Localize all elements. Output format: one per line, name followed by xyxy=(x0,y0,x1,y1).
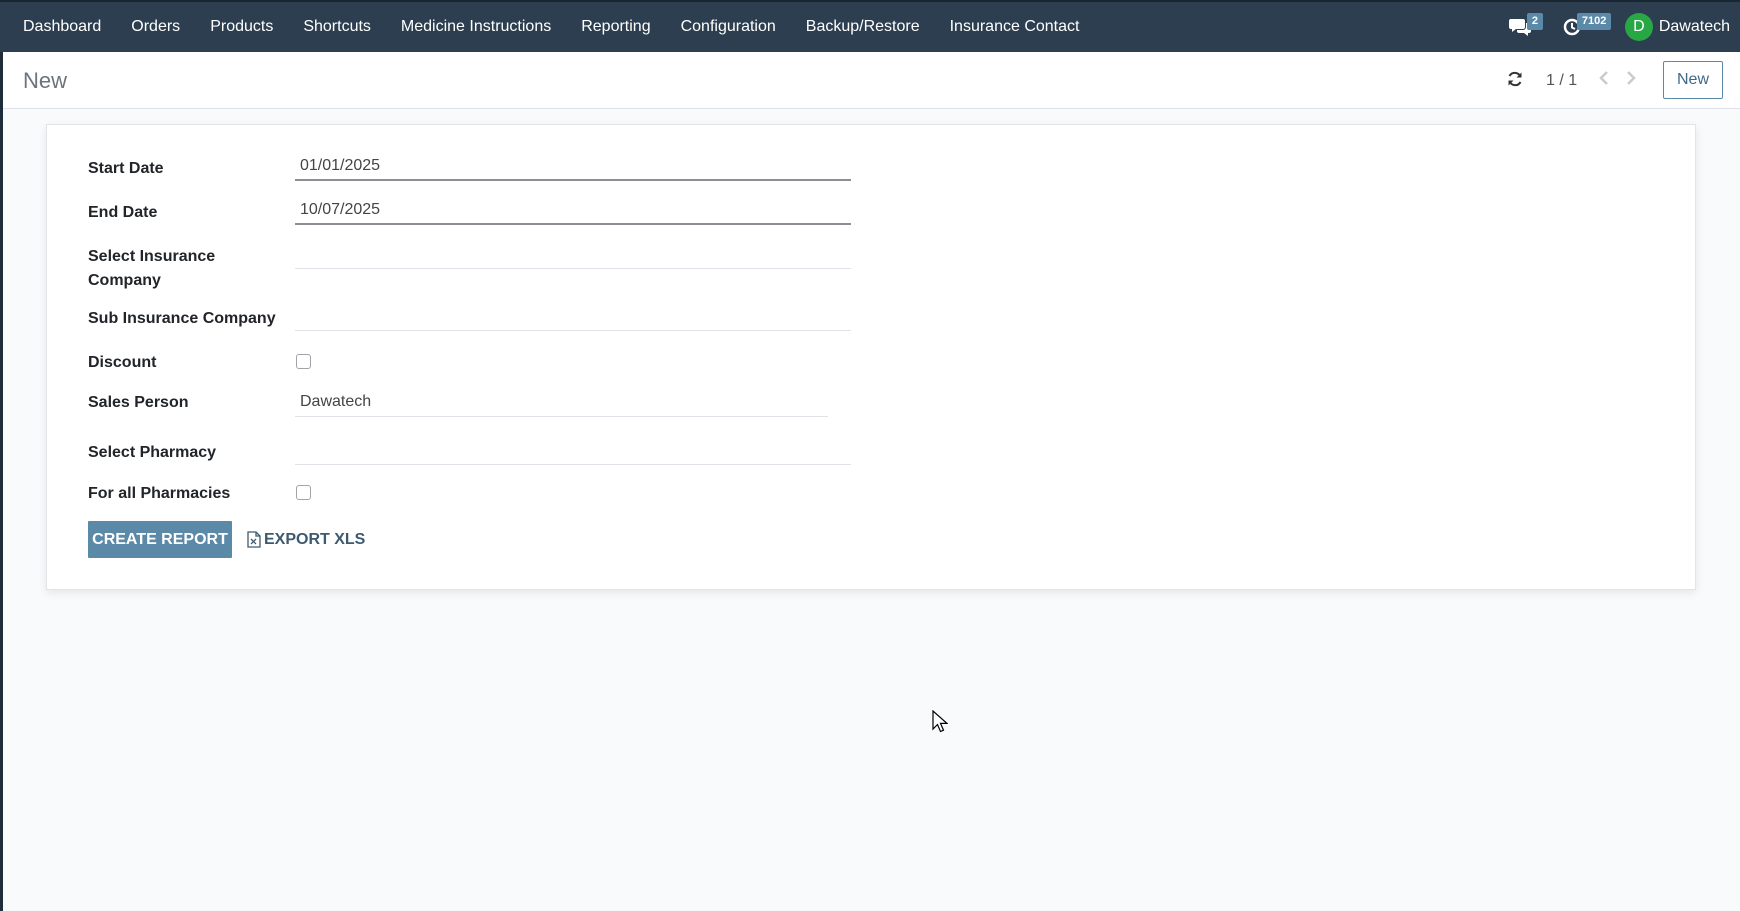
menu-configuration[interactable]: Configuration xyxy=(666,2,791,52)
sub-insurance-company-label: Sub Insurance Company xyxy=(88,310,276,327)
sub-insurance-company-field[interactable] xyxy=(295,301,851,331)
excel-file-icon xyxy=(247,531,261,548)
menu-medicine-instructions[interactable]: Medicine Instructions xyxy=(386,2,566,52)
discount-label: Discount xyxy=(88,354,157,371)
messages-button[interactable]: 2 xyxy=(1497,2,1543,52)
menu-insurance-contact[interactable]: Insurance Contact xyxy=(935,2,1095,52)
menu-shortcuts[interactable]: Shortcuts xyxy=(288,2,386,52)
menu-dashboard[interactable]: Dashboard xyxy=(8,2,116,52)
refresh-icon xyxy=(1508,71,1522,87)
messages-count-badge: 2 xyxy=(1526,13,1543,30)
user-menu[interactable]: D Dawatech xyxy=(1615,13,1730,41)
pager-next[interactable] xyxy=(1625,70,1637,91)
menu-backup-restore[interactable]: Backup/Restore xyxy=(791,2,935,52)
pharmacy-field[interactable] xyxy=(295,435,851,465)
mouse-cursor-icon xyxy=(932,709,949,739)
pharmacy-label: Select Pharmacy xyxy=(88,444,217,461)
all-pharmacies-label: For all Pharmacies xyxy=(88,485,231,502)
end-date-label: End Date xyxy=(88,204,158,221)
avatar: D xyxy=(1624,13,1653,41)
create-report-button[interactable]: CREATE REPORT xyxy=(88,521,232,558)
control-panel: New 1 / 1 New xyxy=(3,52,1740,109)
activities-button[interactable]: 7102 xyxy=(1551,2,1612,52)
chevron-left-icon xyxy=(1599,71,1608,85)
start-date-label: Start Date xyxy=(88,160,164,177)
all-pharmacies-checkbox[interactable] xyxy=(296,485,311,500)
export-xls-button[interactable]: EXPORT XLS xyxy=(247,521,365,558)
new-button[interactable]: New xyxy=(1663,61,1723,99)
activities-count-badge: 7102 xyxy=(1576,13,1612,30)
start-date-field[interactable]: 01/01/2025 xyxy=(295,151,851,181)
discount-checkbox[interactable] xyxy=(296,354,311,369)
top-navbar: Dashboard Orders Products Shortcuts Medi… xyxy=(0,0,1740,52)
insurance-company-label: Select Insurance Company xyxy=(88,248,216,289)
export-xls-label: EXPORT XLS xyxy=(264,530,366,548)
chevron-right-icon xyxy=(1627,71,1636,85)
sales-person-field[interactable]: Dawatech xyxy=(295,387,828,417)
pager-previous[interactable] xyxy=(1598,70,1610,91)
refresh-button[interactable] xyxy=(1507,71,1523,92)
systray: 2 7102 D Dawatech xyxy=(1497,2,1740,52)
menu-products[interactable]: Products xyxy=(195,2,288,52)
pager-value[interactable]: 1 / 1 xyxy=(1546,72,1577,90)
menu-reporting[interactable]: Reporting xyxy=(566,2,665,52)
end-date-field[interactable]: 10/07/2025 xyxy=(295,195,851,225)
sales-person-label: Sales Person xyxy=(88,394,189,411)
main-menu: Dashboard Orders Products Shortcuts Medi… xyxy=(0,2,1094,52)
menu-orders[interactable]: Orders xyxy=(116,2,195,52)
insurance-company-field[interactable] xyxy=(295,239,851,269)
window-left-edge xyxy=(0,0,3,911)
form-sheet: Start Date 01/01/2025 End Date 10/07/202… xyxy=(46,124,1696,590)
breadcrumb: New xyxy=(23,68,68,93)
user-name: Dawatech xyxy=(1658,18,1730,35)
